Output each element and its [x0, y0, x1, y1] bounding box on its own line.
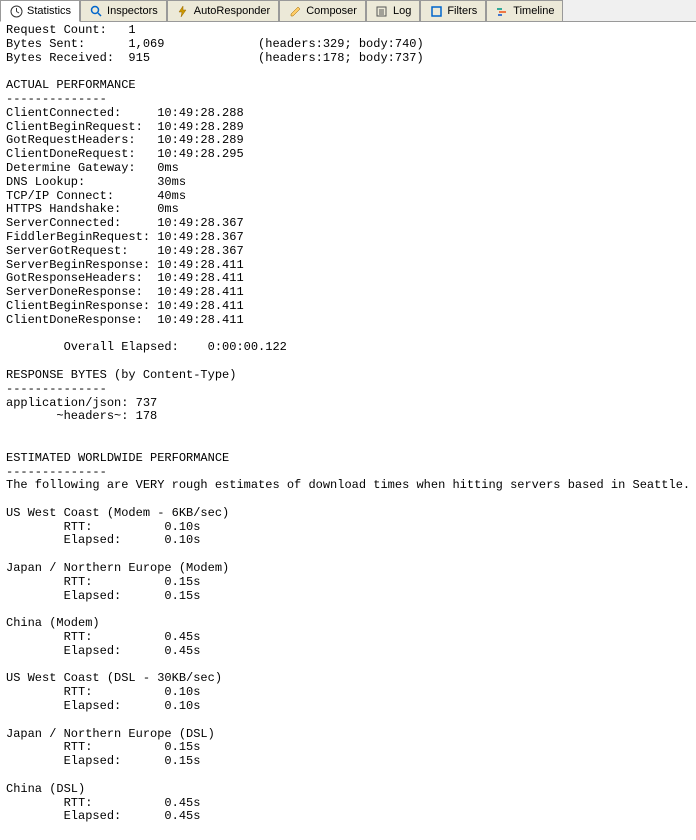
- tab-label: Statistics: [27, 5, 71, 17]
- pencil-icon: [288, 4, 302, 18]
- timeline-icon: [495, 4, 509, 18]
- tab-autoresponder[interactable]: AutoResponder: [167, 0, 279, 21]
- clock-icon: [9, 4, 23, 18]
- tab-label: Inspectors: [107, 5, 158, 17]
- tab-filters[interactable]: Filters: [420, 0, 486, 21]
- tab-timeline[interactable]: Timeline: [486, 0, 563, 21]
- tab-label: Composer: [306, 5, 357, 17]
- bolt-icon: [176, 4, 190, 18]
- tab-label: Filters: [447, 5, 477, 17]
- tab-bar: Statistics Inspectors AutoResponder Comp…: [0, 0, 696, 22]
- filter-icon: [429, 4, 443, 18]
- tab-statistics[interactable]: Statistics: [0, 0, 80, 22]
- inspect-icon: [89, 4, 103, 18]
- tab-log[interactable]: Log: [366, 0, 420, 21]
- log-icon: [375, 4, 389, 18]
- tab-inspectors[interactable]: Inspectors: [80, 0, 167, 21]
- statistics-content: Request Count: 1 Bytes Sent: 1,069 (head…: [0, 22, 696, 840]
- tab-composer[interactable]: Composer: [279, 0, 366, 21]
- tab-label: AutoResponder: [194, 5, 270, 17]
- tab-label: Log: [393, 5, 411, 17]
- tab-label: Timeline: [513, 5, 554, 17]
